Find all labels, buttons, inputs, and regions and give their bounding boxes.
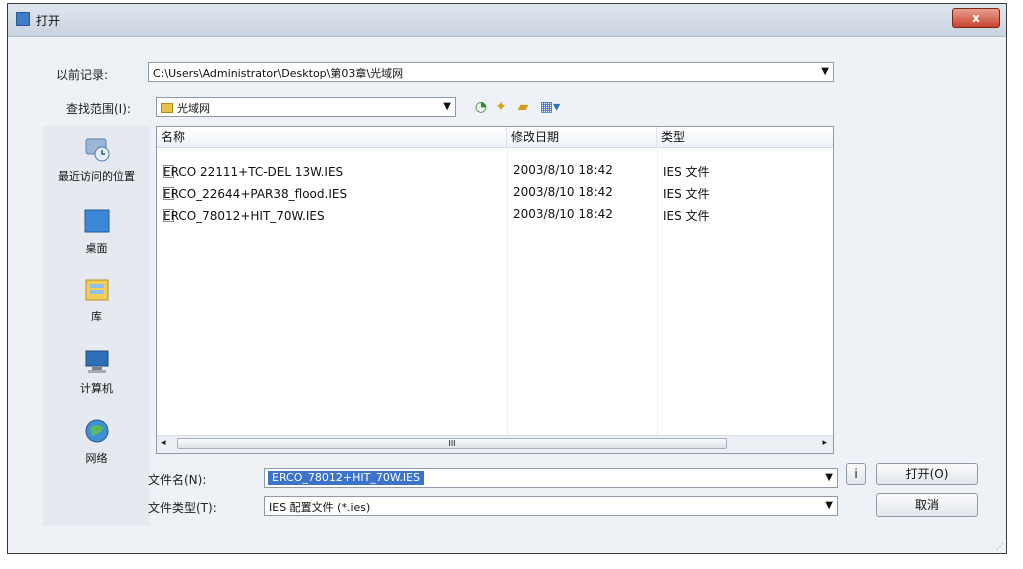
- open-button[interactable]: 打开(O): [876, 463, 978, 485]
- place-libraries[interactable]: 库: [43, 276, 150, 324]
- scroll-left-icon[interactable]: ◂: [161, 438, 166, 448]
- chevron-down-icon[interactable]: ▼: [825, 472, 833, 483]
- info-button[interactable]: i: [846, 463, 866, 485]
- place-recent[interactable]: 最近访问的位置: [43, 136, 150, 184]
- file-type: IES 文件: [663, 209, 710, 223]
- computer-icon: [82, 348, 112, 376]
- file-date: 2003/8/10 18:42: [513, 207, 613, 221]
- place-label: 最近访问的位置: [58, 170, 135, 183]
- file-name: ERCO_78012+HIT_70W.IES: [163, 209, 325, 223]
- filetype-value: IES 配置文件 (*.ies): [269, 501, 371, 514]
- file-type: IES 文件: [663, 165, 710, 179]
- file-type: IES 文件: [663, 187, 710, 201]
- chevron-down-icon[interactable]: ▼: [825, 500, 833, 511]
- resize-grip-icon[interactable]: ⋰: [996, 542, 1004, 551]
- column-header-type[interactable]: 类型: [657, 127, 829, 147]
- file-date: 2003/8/10 18:42: [513, 185, 613, 199]
- cancel-button[interactable]: 取消: [876, 493, 978, 517]
- open-file-dialog: 打开 x 以前记录: C:\Users\Administrator\Deskto…: [7, 3, 1007, 554]
- history-combo[interactable]: C:\Users\Administrator\Desktop\第03章\光域网 …: [148, 62, 834, 82]
- back-icon[interactable]: ◔: [472, 98, 490, 116]
- filename-input[interactable]: ERCO_78012+HIT_70W.IES ▼: [264, 468, 838, 488]
- file-date: 2003/8/10 18:42: [513, 163, 613, 177]
- place-network[interactable]: 网络: [43, 418, 150, 466]
- file-row[interactable]: ERCO 22111+TC-DEL 13W.IES 2003/8/10 18:4…: [157, 161, 833, 181]
- lookin-value: 光域网: [177, 102, 210, 115]
- place-computer[interactable]: 计算机: [43, 348, 150, 396]
- chevron-down-icon[interactable]: ▼: [443, 101, 451, 112]
- place-desktop[interactable]: 桌面: [43, 208, 150, 256]
- scroll-thumb[interactable]: III: [177, 438, 727, 449]
- libraries-icon: [82, 276, 112, 304]
- network-icon: [82, 418, 112, 446]
- lookin-label: 查找范围(I):: [66, 102, 131, 116]
- folder-icon: [161, 103, 173, 113]
- place-label: 计算机: [80, 382, 113, 395]
- new-folder-icon[interactable]: ▰: [514, 98, 532, 116]
- file-row[interactable]: ERCO_22644+PAR38_flood.IES 2003/8/10 18:…: [157, 183, 833, 203]
- filename-label: 文件名(N):: [148, 473, 207, 487]
- file-name: ERCO 22111+TC-DEL 13W.IES: [163, 165, 344, 179]
- lookin-combo[interactable]: 光域网 ▼: [156, 97, 456, 117]
- file-list: 名称 修改日期 类型 ERCO 22111+TC-DEL 13W.IES 200…: [156, 126, 834, 454]
- chevron-down-icon[interactable]: ▼: [821, 66, 829, 77]
- close-button[interactable]: x: [952, 8, 1000, 28]
- up-folder-icon[interactable]: ✦: [492, 98, 510, 116]
- file-name: ERCO_22644+PAR38_flood.IES: [163, 187, 348, 201]
- filetype-label: 文件类型(T):: [148, 501, 217, 515]
- place-label: 桌面: [85, 242, 108, 255]
- title-bar: 打开 x: [8, 4, 1006, 37]
- place-label: 库: [91, 310, 102, 323]
- scroll-right-icon[interactable]: ▸: [822, 438, 827, 448]
- filename-value: ERCO_78012+HIT_70W.IES: [268, 471, 425, 485]
- filetype-select[interactable]: IES 配置文件 (*.ies) ▼: [264, 496, 838, 516]
- file-row[interactable]: ERCO_78012+HIT_70W.IES 2003/8/10 18:42 I…: [157, 205, 833, 225]
- desktop-icon: [82, 208, 112, 236]
- column-header-name[interactable]: 名称: [157, 127, 507, 147]
- recent-places-icon: [82, 136, 112, 164]
- place-label: 网络: [85, 452, 108, 465]
- column-header-date[interactable]: 修改日期: [507, 127, 657, 147]
- horizontal-scrollbar[interactable]: ◂ III ▸: [157, 435, 833, 453]
- places-bar: 最近访问的位置 桌面 库 计算机 网络: [43, 126, 150, 526]
- history-label: 以前记录:: [56, 68, 109, 82]
- view-menu-icon[interactable]: ▦▾: [536, 98, 564, 116]
- history-path: C:\Users\Administrator\Desktop\第03章\光域网: [153, 67, 404, 80]
- app-icon: [16, 12, 30, 26]
- dialog-title: 打开: [36, 14, 61, 28]
